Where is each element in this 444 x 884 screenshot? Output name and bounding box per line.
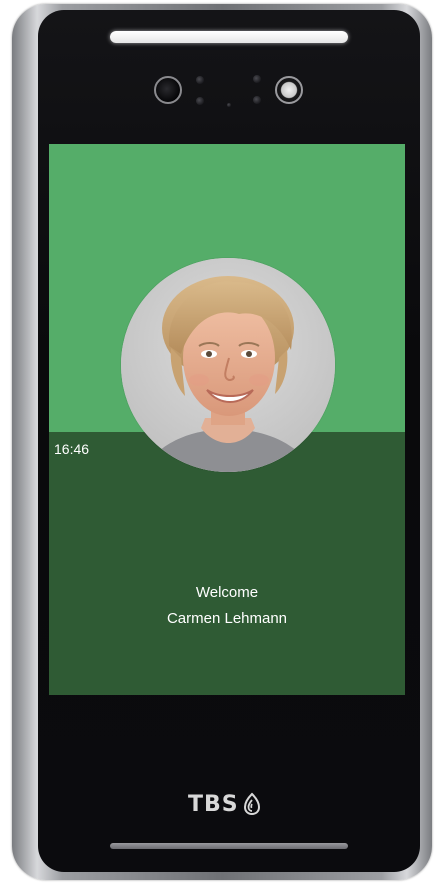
user-avatar xyxy=(121,258,335,472)
user-photo xyxy=(121,258,335,472)
ir-led xyxy=(196,97,204,105)
user-name: Carmen Lehmann xyxy=(166,610,288,627)
brand-logo: TBS xyxy=(188,790,261,818)
top-light-bar xyxy=(110,31,348,43)
brand-name: TBS xyxy=(188,791,239,817)
ir-led xyxy=(253,96,261,104)
infrared-camera xyxy=(154,76,182,104)
fingerprint-icon xyxy=(243,792,260,816)
ir-led xyxy=(253,75,261,83)
ir-led xyxy=(196,76,204,84)
bottom-light-bar xyxy=(110,843,348,849)
clock-time: 16:46 xyxy=(54,441,90,457)
light-sensor xyxy=(227,103,231,107)
rgb-camera xyxy=(275,76,303,104)
welcome-message: Welcome xyxy=(195,584,259,601)
